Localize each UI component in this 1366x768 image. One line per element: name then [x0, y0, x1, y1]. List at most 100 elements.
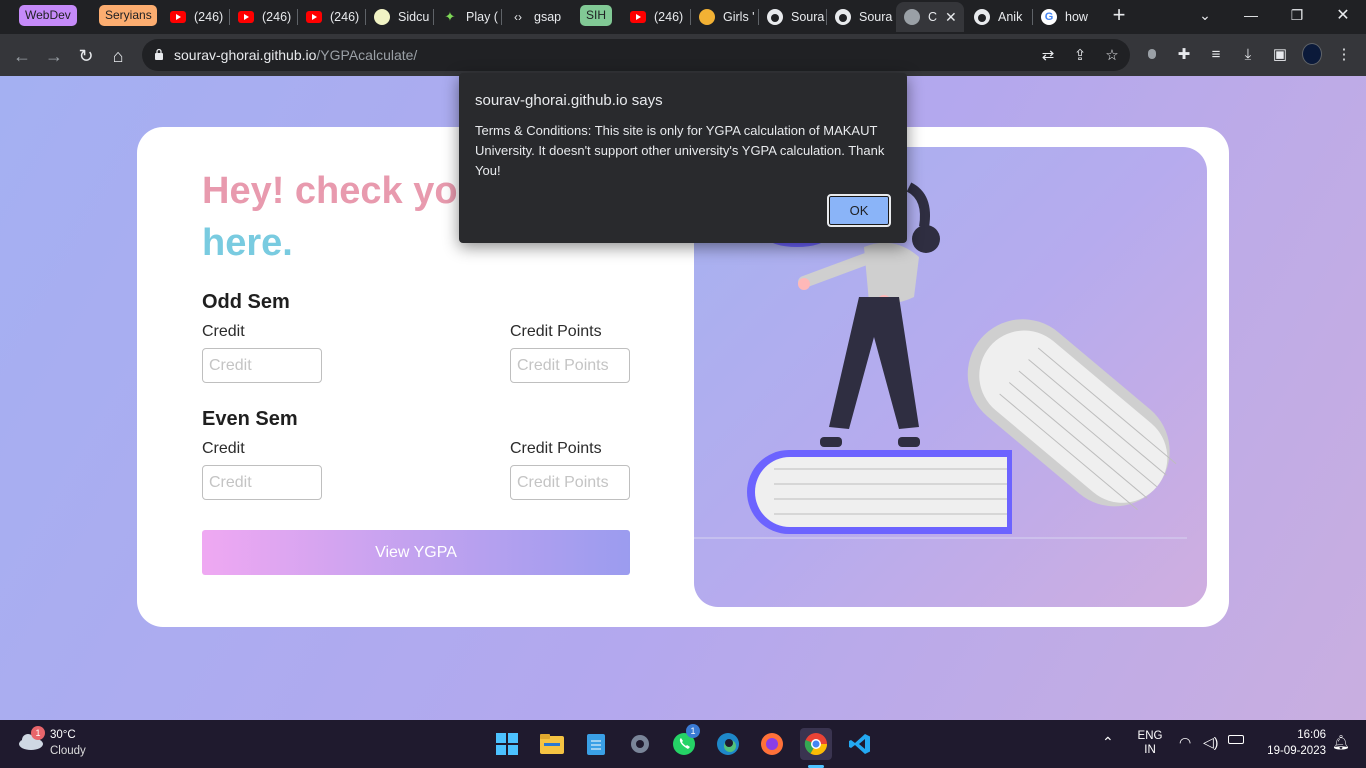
menu-dots-icon[interactable]: ⋮	[1334, 44, 1354, 64]
tab-github-1[interactable]: Soura	[759, 2, 825, 32]
notepad-icon[interactable]	[580, 728, 612, 760]
volume-icon[interactable]: ◁)	[1203, 734, 1218, 751]
chevron-up-icon[interactable]: ⌃	[1102, 734, 1114, 751]
minimize-icon[interactable]: —	[1228, 0, 1274, 30]
youtube-icon	[306, 9, 322, 25]
tab-active[interactable]: C ✕	[896, 2, 964, 32]
download-icon[interactable]: ⤓	[1238, 44, 1258, 64]
bookmark-star-icon[interactable]: ☆	[1102, 45, 1122, 65]
youtube-icon	[170, 9, 186, 25]
firefox-icon[interactable]	[756, 728, 788, 760]
tab-github-2[interactable]: Soura	[827, 2, 893, 32]
youtube-icon	[630, 9, 646, 25]
profile-avatar[interactable]	[1302, 43, 1322, 65]
tab-girls[interactable]: Girls '	[691, 2, 757, 32]
tab-sidcu[interactable]: Sidcu	[366, 2, 432, 32]
tab-strip: WebDev Seryians (246) (246) (246) Sidcu …	[0, 0, 1366, 34]
clock-date[interactable]: 19-09-2023	[1258, 745, 1326, 757]
tab-title: C	[928, 10, 938, 24]
youtube-icon	[238, 9, 254, 25]
tab-youtube-4[interactable]: (246)	[622, 2, 688, 32]
weather-desc: Cloudy	[50, 745, 86, 757]
weather-badge: 1	[31, 726, 45, 740]
url-text[interactable]: sourav-ghorai.github.io/YGPAcalculate/	[174, 47, 417, 63]
even-points-label: Credit Points	[510, 440, 602, 457]
tab-title: how	[1065, 10, 1088, 24]
language-indicator[interactable]: ENG IN	[1136, 730, 1164, 756]
alert-dialog: sourav-ghorai.github.io says Terms & Con…	[459, 73, 907, 243]
odd-points-label: Credit Points	[510, 323, 602, 340]
windows-start-icon[interactable]	[491, 728, 523, 760]
tab-title: (246)	[654, 10, 684, 24]
share-icon[interactable]: ⇪	[1070, 45, 1090, 65]
forward-icon[interactable]: →	[40, 42, 68, 70]
address-bar[interactable]: sourav-ghorai.github.io/YGPAcalculate/ ⇄…	[142, 39, 1130, 71]
tab-search-icon[interactable]: ⌄	[1182, 0, 1228, 30]
tab-group-sih[interactable]: SIH	[580, 5, 612, 26]
tab-github-3[interactable]: Anik	[966, 2, 1032, 32]
side-panel-icon[interactable]: ▣	[1270, 44, 1290, 64]
google-icon: G	[1041, 9, 1057, 25]
tab-google[interactable]: Ghow	[1033, 2, 1099, 32]
github-icon	[767, 9, 783, 25]
clock-time[interactable]: 16:06	[1258, 729, 1326, 741]
game-icon: ✦	[444, 9, 456, 24]
even-credit-label: Credit	[202, 440, 245, 457]
tab-group-webdev[interactable]: WebDev	[19, 5, 77, 26]
tab-title: Girls '	[723, 10, 755, 24]
extensions-puzzle-icon[interactable]: ✚	[1174, 44, 1194, 64]
tab-youtube-2[interactable]: (246)	[230, 2, 296, 32]
tab-youtube-3[interactable]: (246)	[298, 2, 364, 32]
edge-icon[interactable]	[712, 728, 744, 760]
vscode-icon[interactable]	[844, 728, 876, 760]
new-tab-button[interactable]: +	[1096, 0, 1142, 30]
github-icon	[974, 9, 990, 25]
notification-bell-icon[interactable]: 🔔︎	[1332, 734, 1350, 751]
odd-credit-points-input[interactable]	[510, 348, 630, 383]
back-icon[interactable]: ←	[8, 42, 36, 70]
site-icon	[699, 9, 715, 25]
battery-icon[interactable]	[1228, 735, 1244, 747]
translate-icon[interactable]: ⇄	[1038, 45, 1058, 65]
tab-title: Play (	[466, 10, 498, 24]
even-credit-input[interactable]	[202, 465, 322, 500]
tab-title: Anik	[998, 10, 1023, 24]
globe-icon	[904, 9, 920, 25]
chrome-icon[interactable]	[800, 728, 832, 760]
media-control-icon[interactable]: ≡	[1206, 44, 1226, 64]
view-ygpa-button[interactable]: View YGPA	[202, 530, 630, 575]
lock-icon[interactable]	[154, 48, 164, 60]
tab-play[interactable]: ✦ Play (	[434, 2, 500, 32]
close-tab-icon[interactable]: ✕	[945, 9, 957, 26]
tab-title: Soura	[791, 10, 825, 24]
tab-youtube-1[interactable]: (246)	[162, 2, 228, 32]
tab-title: gsap	[534, 10, 562, 24]
reload-icon[interactable]: ↻	[72, 42, 100, 70]
extension-icon[interactable]	[1142, 44, 1162, 64]
tab-title: (246)	[262, 10, 292, 24]
code-icon: ‹›	[514, 10, 522, 24]
browser-toolbar: ← → ↻ ⌂ sourav-ghorai.github.io/YGPAcalc…	[0, 34, 1366, 76]
settings-gear-icon[interactable]	[624, 728, 656, 760]
whatsapp-icon[interactable]: 1	[668, 724, 700, 760]
home-icon[interactable]: ⌂	[104, 42, 132, 70]
even-credit-points-input[interactable]	[510, 465, 630, 500]
weather-widget[interactable]: 1	[18, 726, 45, 751]
dialog-message: Terms & Conditions: This site is only fo…	[475, 123, 885, 178]
tab-title: Sidcu	[398, 10, 430, 24]
odd-credit-input[interactable]	[202, 348, 322, 383]
even-sem-title: Even Sem	[202, 408, 298, 430]
site-icon	[374, 9, 390, 25]
whatsapp-badge: 1	[686, 724, 700, 738]
odd-credit-label: Credit	[202, 323, 245, 340]
restore-icon[interactable]: ❐	[1274, 0, 1320, 30]
tab-group-seryians[interactable]: Seryians	[99, 5, 157, 26]
file-explorer-icon[interactable]	[536, 728, 568, 760]
wifi-icon[interactable]: ◠	[1179, 734, 1191, 751]
tab-gsap[interactable]: ‹› gsap	[502, 2, 568, 32]
tab-title: (246)	[330, 10, 360, 24]
ok-button[interactable]: OK	[827, 194, 891, 227]
odd-sem-title: Odd Sem	[202, 291, 290, 313]
close-window-icon[interactable]: ✕	[1320, 0, 1366, 30]
dialog-title: sourav-ghorai.github.io says	[475, 92, 663, 109]
